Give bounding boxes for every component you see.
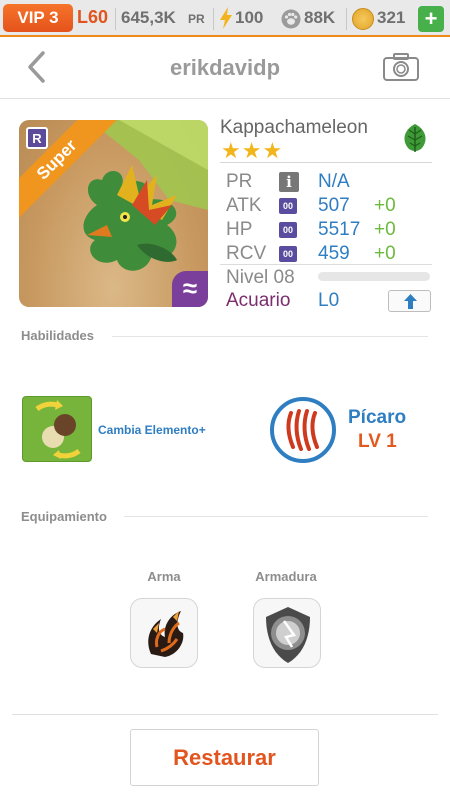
paw-icon (281, 9, 301, 29)
power-rating-unit: PR (188, 12, 205, 26)
stat-value: 459 (318, 243, 350, 264)
aquarium-level: L0 (318, 290, 340, 311)
stat-value: 5517 (318, 219, 361, 240)
divider (12, 714, 438, 715)
page-header: erikdavidp (0, 37, 450, 99)
stat-badge: 00 (279, 198, 297, 214)
energy-value: 100 (235, 8, 264, 27)
stat-row-atk: ATK 00 507 +0 (226, 195, 436, 217)
monster-level: Nivel 08 (226, 267, 295, 288)
arrow-up-icon (404, 294, 417, 309)
monster-portrait[interactable]: Super R ≈ (19, 120, 208, 307)
divider (346, 8, 347, 30)
add-coins-button[interactable]: + (418, 6, 444, 32)
stat-value: N/A (318, 171, 350, 192)
xp-progress-bar (318, 272, 430, 281)
power-rating-value: 645,3K (121, 8, 176, 27)
element-swap-icon (35, 400, 81, 459)
skill-level: LV 1 (358, 431, 397, 452)
water-element-icon: ≈ (172, 271, 208, 307)
stat-row-pr: PR i N/A (226, 171, 436, 193)
camera-icon[interactable] (382, 52, 420, 82)
armor-icon (266, 607, 310, 663)
stat-label: PR (226, 171, 253, 192)
divider (213, 8, 214, 30)
divider (115, 8, 116, 30)
equipment-heading: Equipamiento (21, 509, 107, 524)
star-rating: ★★★ (221, 138, 284, 163)
player-level: L60 (77, 7, 109, 27)
claw-weapon-icon (148, 611, 184, 657)
food-value: 88K (304, 8, 336, 27)
armor-slot[interactable] (253, 598, 321, 668)
weapon-label: Arma (147, 569, 181, 584)
rank-badge: R (26, 127, 48, 149)
ability-name: Cambia Elemento+ (98, 423, 206, 437)
leaf-icon (399, 122, 431, 154)
monster-name: Kappachameleon (220, 117, 368, 138)
divider (124, 516, 428, 517)
vip-badge[interactable]: VIP 3 (3, 4, 73, 32)
stat-bonus: +0 (374, 195, 396, 216)
stat-label: ATK (226, 195, 262, 216)
coin-icon (352, 8, 374, 30)
stat-label: HP (226, 219, 253, 240)
info-icon[interactable]: i (279, 172, 299, 192)
skill-icon[interactable] (270, 397, 336, 463)
abilities-heading: Habilidades (21, 328, 94, 343)
coins-value: 321 (377, 8, 406, 27)
stat-row-rcv: RCV 00 459 +0 (226, 243, 436, 265)
lightning-icon (220, 7, 232, 29)
aquarium-label: Acuario (226, 290, 291, 311)
divider (112, 336, 428, 337)
divider (220, 264, 432, 265)
stat-bonus: +0 (374, 219, 396, 240)
stat-value: 507 (318, 195, 350, 216)
status-bar: VIP 3 L60 645,3K PR 100 88K 321 + (0, 0, 450, 37)
stat-badge: 00 (279, 246, 297, 262)
armor-label: Armadura (255, 569, 317, 584)
stat-row-hp: HP 00 5517 +0 (226, 219, 436, 241)
stat-badge: 00 (279, 222, 297, 238)
skill-name: Pícaro (348, 407, 407, 428)
stat-label: RCV (226, 243, 267, 264)
restore-button[interactable]: Restaurar (130, 729, 319, 786)
claw-marks-icon (286, 409, 319, 451)
stat-bonus: +0 (374, 243, 396, 264)
weapon-slot[interactable] (130, 598, 198, 668)
upgrade-button[interactable] (388, 290, 431, 312)
ability-icon[interactable] (22, 396, 92, 462)
divider (220, 162, 432, 163)
